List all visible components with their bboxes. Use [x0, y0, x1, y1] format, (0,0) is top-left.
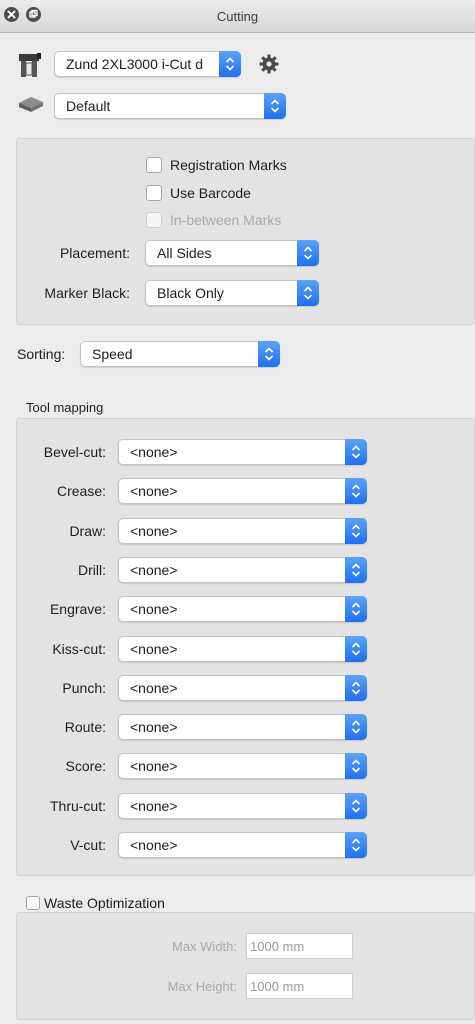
window-title: Cutting — [216, 9, 259, 24]
tool-select[interactable]: <none> — [118, 793, 367, 819]
marker-black-label: Marker Black: — [44, 285, 130, 301]
chevron-updown-icon — [345, 714, 367, 740]
placement-select[interactable]: All Sides — [145, 240, 319, 266]
waste-optimization-label[interactable]: Waste Optimization — [44, 895, 165, 911]
tool-select[interactable]: <none> — [118, 753, 367, 779]
tool-select-value: <none> — [130, 444, 178, 460]
tool-select-value: <none> — [130, 758, 178, 774]
placement-label: Placement: — [59, 245, 130, 261]
profile-select[interactable]: Default — [54, 93, 286, 119]
tool-select-value: <none> — [130, 483, 178, 499]
tool-select-value: <none> — [130, 719, 178, 735]
media-stack-icon — [17, 94, 45, 117]
max-height-label: Max Height: — [167, 979, 237, 994]
sorting-select[interactable]: Speed — [80, 341, 280, 367]
chevron-updown-icon — [345, 439, 367, 465]
use-barcode-checkbox[interactable] — [146, 185, 162, 201]
in-between-marks-checkbox — [146, 212, 162, 228]
tool-mapping-heading: Tool mapping — [26, 400, 104, 415]
registration-marks-label[interactable]: Registration Marks — [170, 157, 287, 173]
tool-select[interactable]: <none> — [118, 439, 367, 465]
title-bar: Cutting — [0, 0, 475, 33]
placement-select-value: All Sides — [157, 245, 212, 261]
tool-select[interactable]: <none> — [118, 557, 367, 583]
max-width-label: Max Width: — [171, 939, 237, 954]
tool-select-value: <none> — [130, 562, 178, 578]
chevron-updown-icon — [345, 518, 367, 544]
tool-label: Thru-cut: — [49, 798, 106, 814]
tool-select-value: <none> — [130, 601, 178, 617]
marker-black-select[interactable]: Black Only — [145, 280, 319, 306]
tool-select[interactable]: <none> — [118, 596, 367, 622]
chevron-updown-icon — [345, 596, 367, 622]
tool-select[interactable]: <none> — [118, 636, 367, 662]
chevron-updown-icon — [297, 280, 319, 306]
registration-marks-checkbox[interactable] — [146, 157, 162, 173]
tool-label: Punch: — [62, 680, 106, 696]
tool-select-value: <none> — [130, 798, 178, 814]
sorting-select-value: Speed — [92, 346, 133, 362]
chevron-updown-icon — [345, 636, 367, 662]
waste-panel — [16, 912, 475, 1020]
chevron-updown-icon — [297, 240, 319, 266]
gear-icon[interactable] — [258, 53, 280, 78]
tool-label: Crease: — [56, 483, 106, 499]
max-height-field: 1000 mm — [246, 973, 353, 999]
tool-label: Engrave: — [49, 601, 106, 617]
tool-select[interactable]: <none> — [118, 478, 367, 504]
max-width-field: 1000 mm — [246, 933, 353, 959]
device-select-value: Zund 2XL3000 i-Cut d — [66, 56, 203, 72]
chevron-updown-icon — [219, 51, 241, 77]
chevron-updown-icon — [345, 832, 367, 858]
chevron-updown-icon — [264, 93, 286, 119]
tool-select[interactable]: <none> — [118, 714, 367, 740]
device-select[interactable]: Zund 2XL3000 i-Cut d — [54, 51, 241, 77]
chevron-updown-icon — [258, 341, 280, 367]
tool-label: Score: — [65, 758, 106, 774]
tool-select[interactable]: <none> — [118, 675, 367, 701]
chevron-updown-icon — [345, 793, 367, 819]
chevron-updown-icon — [345, 557, 367, 583]
tool-select[interactable]: <none> — [118, 518, 367, 544]
tool-label: V-cut: — [70, 837, 106, 853]
chevron-updown-icon — [345, 675, 367, 701]
tool-label: Bevel-cut: — [43, 444, 106, 460]
tool-select-value: <none> — [130, 641, 178, 657]
in-between-marks-label: In-between Marks — [170, 212, 282, 228]
cutter-device-icon — [17, 51, 43, 82]
tool-select-value: <none> — [130, 680, 178, 696]
tool-label: Draw: — [69, 523, 106, 539]
waste-optimization-checkbox[interactable] — [26, 896, 40, 910]
tool-select[interactable]: <none> — [118, 832, 367, 858]
tool-label: Kiss-cut: — [52, 641, 106, 657]
chevron-updown-icon — [345, 478, 367, 504]
chevron-updown-icon — [345, 753, 367, 779]
tool-select-value: <none> — [130, 837, 178, 853]
tool-label: Drill: — [78, 562, 106, 578]
sorting-label: Sorting: — [17, 346, 66, 362]
marker-black-select-value: Black Only — [157, 285, 224, 301]
profile-select-value: Default — [66, 98, 111, 114]
tool-label: Route: — [64, 719, 106, 735]
tool-select-value: <none> — [130, 523, 178, 539]
use-barcode-label[interactable]: Use Barcode — [170, 185, 251, 201]
